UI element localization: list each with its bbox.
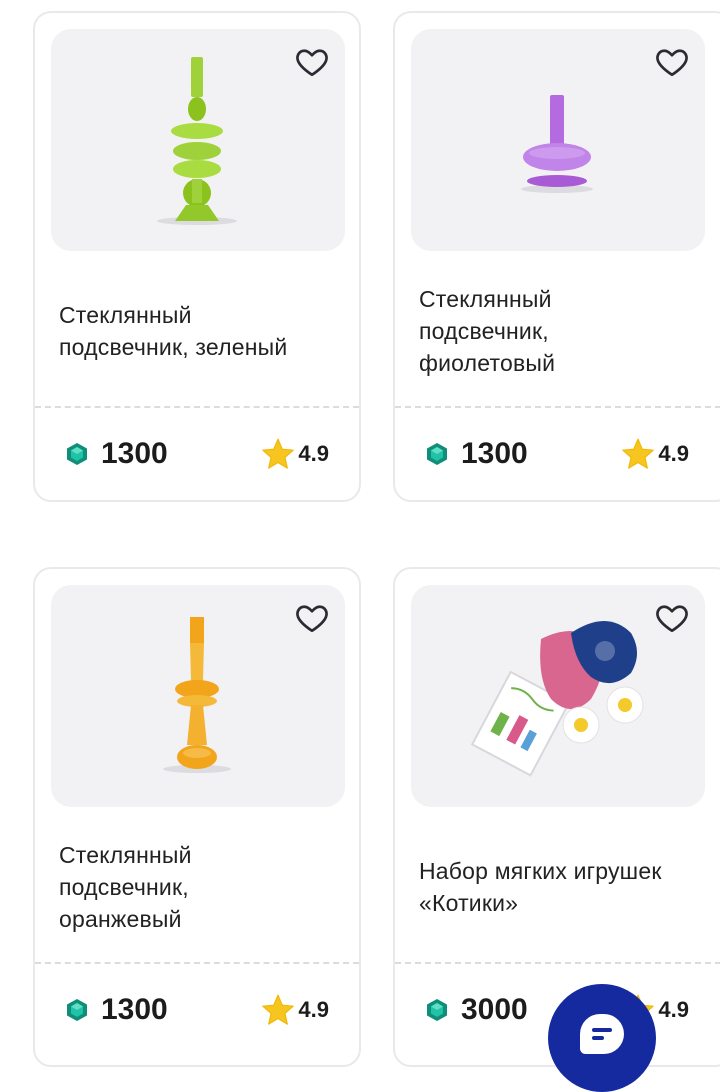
divider xyxy=(35,406,359,408)
heart-outline-icon xyxy=(294,600,330,636)
green-gem-icon xyxy=(65,442,89,466)
price: 1300 xyxy=(65,437,168,471)
product-card[interactable]: Набор мягких игрушек «Котики» 3000 4.9 xyxy=(393,567,720,1067)
product-image-orange-candlestick[interactable] xyxy=(51,585,345,807)
price-value: 1300 xyxy=(101,993,168,1026)
rating-value: 4.9 xyxy=(658,441,689,466)
green-gem-icon xyxy=(425,442,449,466)
chat-bubble-icon xyxy=(580,1014,624,1054)
product-title: подсвечник, зеленый xyxy=(59,334,288,360)
product-image-green-candlestick[interactable] xyxy=(51,29,345,251)
product-card[interactable]: Стеклянный подсвечник, оранжевый 1300 4.… xyxy=(33,567,361,1067)
product-title: Набор мягких игрушек xyxy=(419,858,662,884)
product-title: оранжевый xyxy=(59,906,182,932)
green-gem-icon xyxy=(65,998,89,1022)
price-value: 1300 xyxy=(101,437,168,470)
chat-button[interactable] xyxy=(548,984,656,1092)
rating-value: 4.9 xyxy=(298,997,329,1022)
heart-outline-icon xyxy=(654,600,690,636)
favorite-button[interactable] xyxy=(293,599,331,637)
divider xyxy=(35,962,359,964)
favorite-button[interactable] xyxy=(653,43,691,81)
rating: 4.9 xyxy=(261,993,329,1027)
favorite-button[interactable] xyxy=(293,43,331,81)
green-gem-icon xyxy=(425,998,449,1022)
star-icon xyxy=(621,437,655,471)
star-icon xyxy=(261,993,295,1027)
product-title: Стеклянный xyxy=(419,286,552,312)
product-title: Стеклянный xyxy=(59,302,192,328)
favorite-button[interactable] xyxy=(653,599,691,637)
product-title: подсвечник, xyxy=(419,318,549,344)
price: 3000 xyxy=(425,993,528,1027)
price: 1300 xyxy=(425,437,528,471)
price-value: 1300 xyxy=(461,437,528,470)
product-title: Стеклянный xyxy=(59,842,192,868)
divider xyxy=(395,406,720,408)
star-icon xyxy=(261,437,295,471)
rating: 4.9 xyxy=(261,437,329,471)
product-image-purple-candlestick[interactable] xyxy=(411,29,705,251)
product-card[interactable]: Стеклянный подсвечник, зеленый 1300 4.9 xyxy=(33,11,361,502)
price-value: 3000 xyxy=(461,993,528,1026)
heart-outline-icon xyxy=(654,44,690,80)
heart-outline-icon xyxy=(294,44,330,80)
rating: 4.9 xyxy=(621,437,689,471)
rating-value: 4.9 xyxy=(298,441,329,466)
product-image-soft-toy-cats[interactable] xyxy=(411,585,705,807)
product-title: фиолетовый xyxy=(419,350,556,376)
product-card[interactable]: Стеклянный подсвечник, фиолетовый 1300 4… xyxy=(393,11,720,502)
rating-value: 4.9 xyxy=(658,997,689,1022)
divider xyxy=(395,962,720,964)
product-title: «Котики» xyxy=(419,890,519,916)
product-title: подсвечник, xyxy=(59,874,189,900)
price: 1300 xyxy=(65,993,168,1027)
